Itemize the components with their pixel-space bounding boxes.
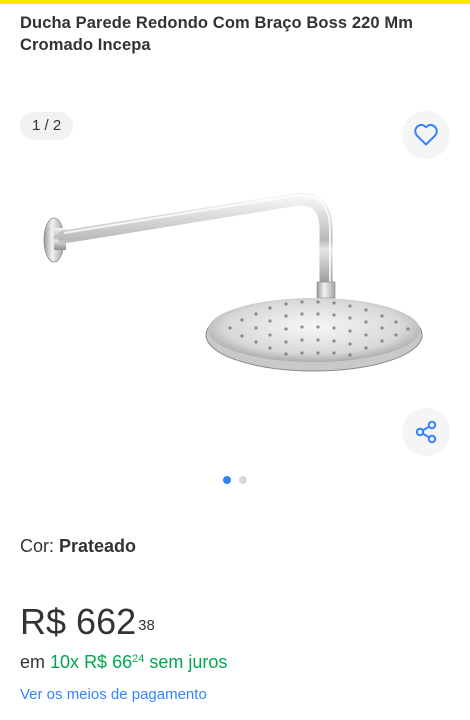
- product-image-shower[interactable]: [30, 190, 430, 390]
- installments-count: 10x: [50, 652, 80, 672]
- price-integer: 662: [76, 601, 137, 642]
- heart-outline-icon: [414, 123, 438, 146]
- image-gallery[interactable]: 1 / 2: [0, 100, 470, 490]
- color-value: Prateado: [59, 536, 137, 556]
- product-title: Ducha Parede Redondo Com Braço Boss 220 …: [20, 14, 413, 54]
- share-icon: [415, 420, 437, 444]
- price-currency: R$: [20, 601, 67, 642]
- installments-cents: 24: [132, 653, 145, 665]
- favorite-button[interactable]: [402, 111, 450, 159]
- gallery-dot-2[interactable]: [239, 476, 247, 484]
- price-cents: 38: [138, 617, 155, 634]
- color-label: Cor:: [20, 536, 60, 556]
- installments-suffix: sem juros: [144, 652, 228, 672]
- share-button[interactable]: [402, 408, 450, 456]
- gallery-dot-1[interactable]: [223, 476, 231, 484]
- installments-prefix: em: [20, 652, 51, 672]
- image-counter: 1 / 2: [20, 112, 74, 140]
- installments-text: em 10x R$ 6624 sem juros: [20, 652, 227, 673]
- payment-methods-link[interactable]: Ver os meios de pagamento: [20, 686, 207, 703]
- installments-amount: R$ 66: [84, 652, 133, 672]
- top-accent-bar: [0, 0, 470, 4]
- price: R$ 662 38: [20, 600, 155, 644]
- gallery-pagination: [0, 476, 470, 484]
- color-variation: Cor: Prateado: [20, 536, 136, 557]
